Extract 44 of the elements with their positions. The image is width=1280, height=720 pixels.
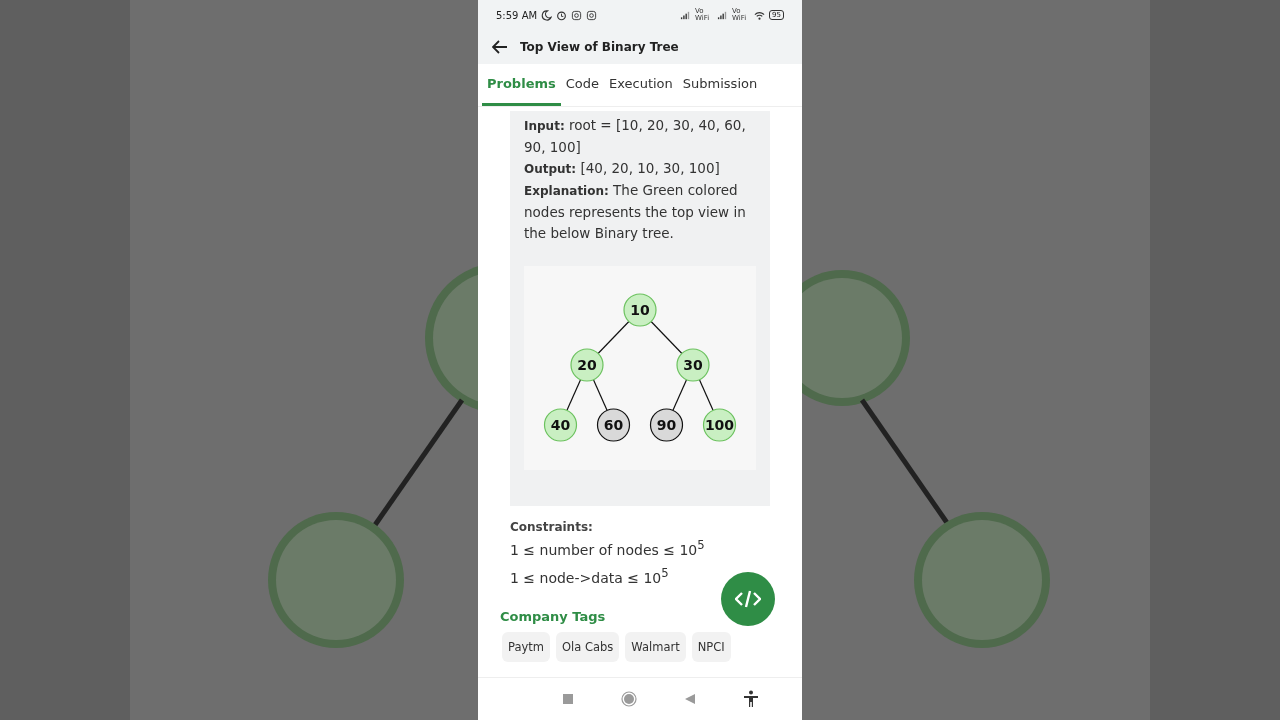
tree-node: 20 — [570, 348, 604, 382]
constraint-text: 1 ≤ node->data ≤ 10$^{5}$ — [510, 564, 670, 588]
tree-node: 100 — [702, 408, 737, 442]
tree-edge — [592, 379, 608, 411]
code-icon — [735, 590, 761, 608]
tree-edge — [698, 379, 714, 411]
constraints-heading: Constraints: — [510, 520, 594, 534]
company-tag[interactable]: NPCI — [691, 632, 731, 663]
tree-node: 40 — [543, 408, 578, 442]
company-tag[interactable]: Ola Cabs — [556, 632, 620, 663]
signal-icon — [717, 9, 729, 21]
accessibility-icon[interactable] — [742, 690, 759, 708]
tree-node: 30 — [676, 348, 710, 382]
tree-node: 60 — [596, 408, 631, 442]
company-tag[interactable]: Walmart — [625, 632, 686, 663]
signal-icon — [680, 9, 692, 21]
example-text: Explanation: The Green colored nodes represents the top view in the below Binary tree. — [524, 181, 747, 243]
example-text: Output: [40, 20, 10, 30, 100] — [524, 159, 721, 178]
recents-icon[interactable] — [561, 693, 574, 705]
camera-icon — [586, 9, 598, 21]
tree-edge — [672, 379, 688, 411]
alarm-icon — [556, 9, 568, 21]
tab[interactable]: Problems — [482, 64, 561, 106]
company-tag[interactable]: Paytm — [502, 632, 550, 663]
tree-edge — [597, 320, 630, 355]
section-heading: Company Tags — [500, 609, 606, 625]
tab[interactable]: Execution — [604, 64, 678, 106]
tree-edge — [566, 379, 582, 411]
example-text: Input: root = [10, 20, 30, 40, 60, 90, 100] — [524, 116, 747, 157]
wifi-icon — [754, 9, 766, 21]
back-arrow-icon[interactable] — [492, 40, 508, 54]
tree-node: 90 — [649, 408, 684, 442]
constraint-text: 1 ≤ number of nodes ≤ 10$^{5}$ — [510, 537, 706, 560]
home-icon[interactable] — [620, 691, 637, 707]
camera-icon — [571, 9, 583, 21]
tree-edge — [650, 320, 683, 355]
tab[interactable]: Code — [560, 64, 604, 106]
back-icon[interactable] — [683, 693, 696, 705]
status-time: 5:59 AM — [496, 9, 538, 21]
code-button[interactable] — [721, 572, 775, 626]
tab[interactable]: Submission — [677, 64, 763, 106]
page-title: Top View of Binary Tree — [520, 40, 679, 54]
moon-icon — [541, 9, 553, 21]
tree-node: 10 — [623, 293, 657, 327]
